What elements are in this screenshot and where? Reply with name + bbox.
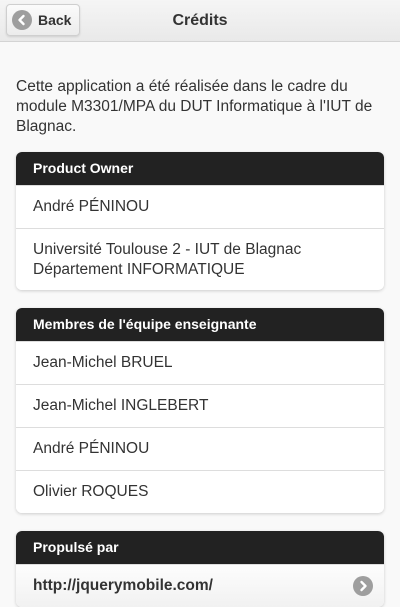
powered-by-list: Propulsé par http://jquerymobile.com/ [16, 531, 384, 607]
back-button-label: Back [38, 12, 72, 28]
list-item-label: André PÉNINOU [33, 440, 150, 457]
list-item: Jean-Michel BRUEL [16, 341, 384, 384]
chevron-right-icon [353, 576, 373, 596]
list-item: Jean-Michel INGLEBERT [16, 384, 384, 427]
jquerymobile-link[interactable]: http://jquerymobile.com/ [16, 564, 384, 607]
list-item-label: Olivier ROQUES [33, 483, 149, 500]
back-button[interactable]: Back [6, 4, 80, 36]
list-item-label: André PÉNINOU [33, 198, 150, 215]
product-owner-list: Product Owner André PÉNINOU Université T… [16, 152, 384, 290]
list-item: Université Toulouse 2 - IUT de Blagnac D… [16, 228, 384, 290]
list-item-label: Université Toulouse 2 - IUT de Blagnac D… [33, 240, 302, 278]
chevron-left-icon [12, 10, 32, 30]
list-divider-product-owner: Product Owner [16, 152, 384, 185]
list-item: Olivier ROQUES [16, 470, 384, 513]
list-item-label: Jean-Michel BRUEL [33, 354, 173, 371]
list-divider-powered-by: Propulsé par [16, 531, 384, 564]
intro-text: Cette application a été réalisée dans le… [16, 78, 373, 135]
list-item: André PÉNINOU [16, 427, 384, 470]
list-item-label: Jean-Michel INGLEBERT [33, 397, 209, 414]
list-divider-teachers: Membres de l'équipe enseignante [16, 308, 384, 341]
teachers-list: Membres de l'équipe enseignante Jean-Mic… [16, 308, 384, 513]
header-bar: Back Crédits [0, 0, 400, 42]
list-item: André PÉNINOU [16, 185, 384, 228]
link-label: http://jquerymobile.com/ [33, 577, 213, 594]
